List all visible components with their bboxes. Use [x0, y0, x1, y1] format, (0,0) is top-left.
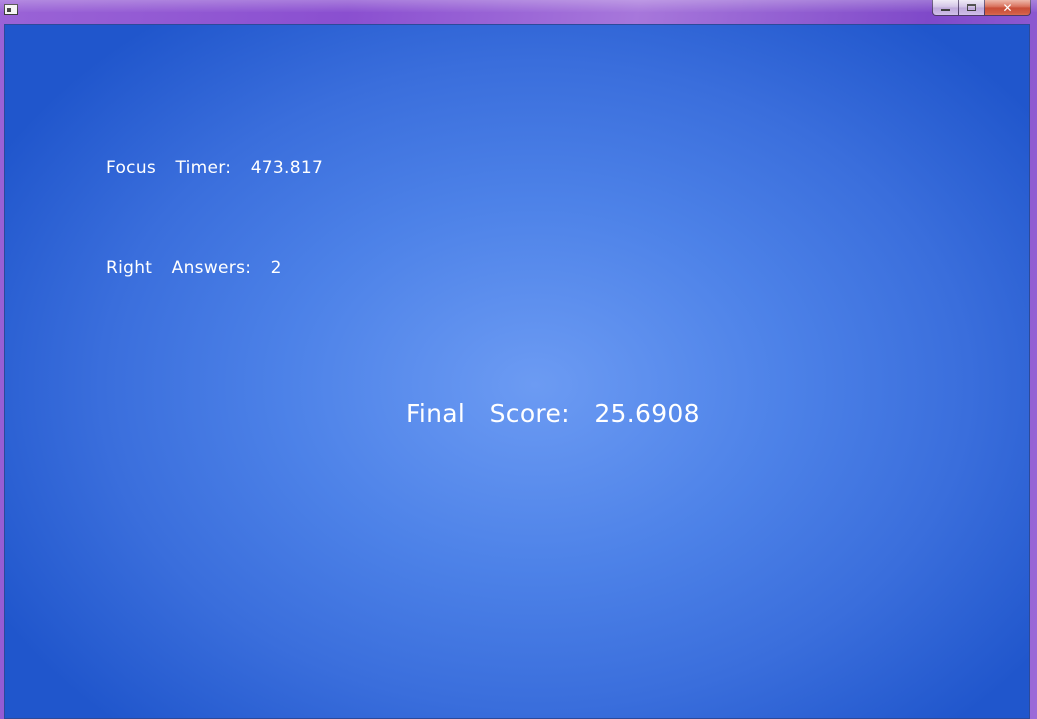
app-window: ✕ Focus Timer: 473.817 Right Answers: 2 …: [0, 0, 1037, 719]
final-score-label: Final Score: 25.6908: [406, 399, 700, 428]
close-icon: ✕: [1002, 0, 1013, 15]
maximize-button[interactable]: [959, 0, 985, 16]
app-icon[interactable]: [4, 4, 18, 15]
title-bar[interactable]: ✕: [0, 0, 1037, 24]
right-answers-label: Right Answers: 2: [106, 258, 282, 278]
close-button[interactable]: ✕: [985, 0, 1031, 16]
minimize-icon: [941, 8, 950, 11]
minimize-button[interactable]: [932, 0, 959, 16]
focus-timer-label: Focus Timer: 473.817: [106, 158, 324, 178]
game-canvas: Focus Timer: 473.817 Right Answers: 2 Fi…: [4, 24, 1030, 719]
maximize-icon: [967, 4, 976, 11]
window-controls: ✕: [932, 0, 1031, 16]
